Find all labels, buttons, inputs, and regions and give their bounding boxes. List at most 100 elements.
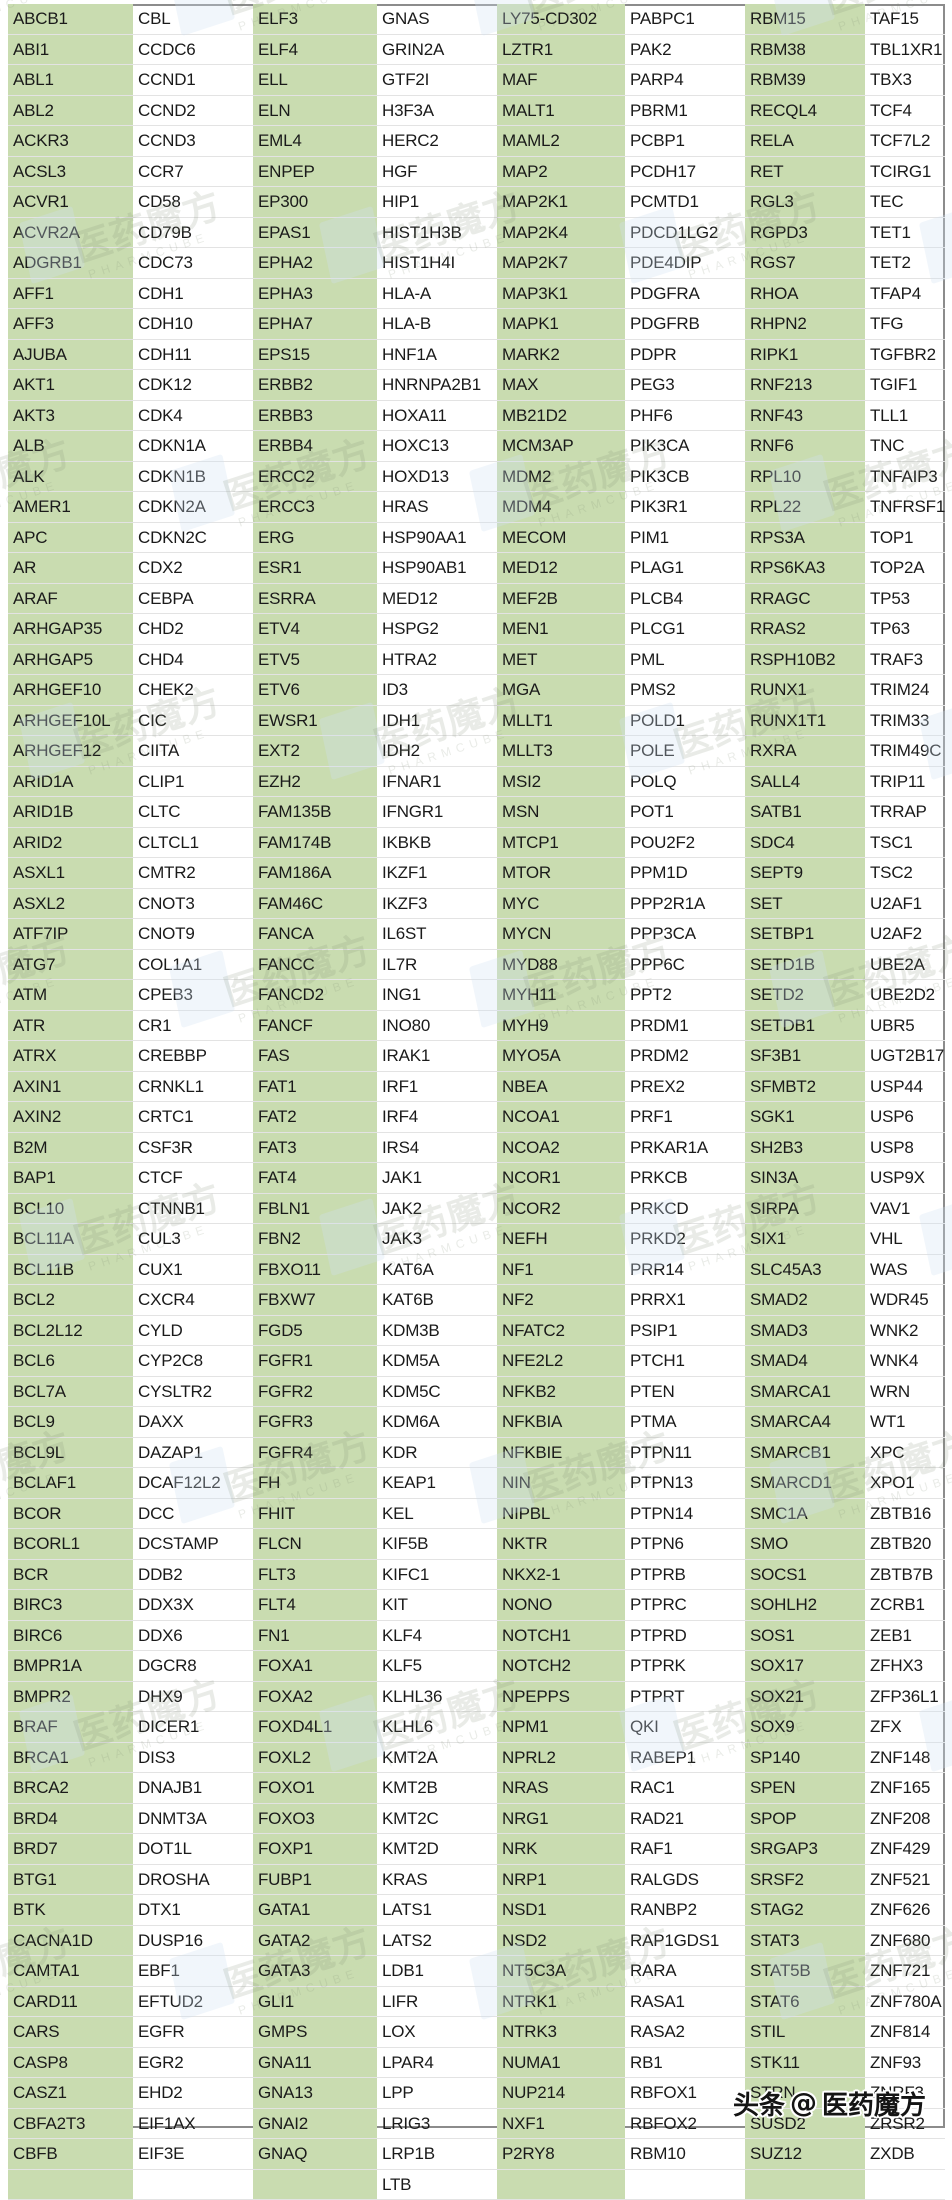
gene-cell[interactable]: ZFP36L1 bbox=[865, 1681, 945, 1712]
gene-cell[interactable]: FANCC bbox=[253, 949, 377, 980]
gene-cell[interactable]: ATR bbox=[8, 1010, 133, 1041]
gene-cell[interactable]: AMER1 bbox=[8, 491, 133, 523]
gene-cell[interactable]: PTPRB bbox=[625, 1559, 745, 1590]
gene-cell[interactable]: BMPR1A bbox=[8, 1650, 133, 1682]
gene-cell[interactable]: SMARCA1 bbox=[745, 1376, 865, 1407]
gene-cell[interactable]: COL1A1 bbox=[133, 949, 253, 980]
gene-cell[interactable]: FOXA1 bbox=[253, 1650, 377, 1682]
gene-cell[interactable]: KMT2B bbox=[377, 1772, 497, 1804]
gene-cell[interactable]: FGD5 bbox=[253, 1315, 377, 1346]
gene-cell[interactable]: RUNX1 bbox=[745, 674, 865, 706]
gene-cell[interactable]: FBN2 bbox=[253, 1223, 377, 1255]
gene-cell[interactable]: FGFR3 bbox=[253, 1406, 377, 1438]
gene-cell[interactable]: CIC bbox=[133, 705, 253, 736]
gene-cell[interactable] bbox=[253, 2169, 377, 2200]
gene-cell[interactable]: HOXA11 bbox=[377, 400, 497, 431]
gene-cell[interactable]: MYD88 bbox=[497, 949, 625, 980]
gene-cell[interactable]: ASXL1 bbox=[8, 857, 133, 889]
gene-cell[interactable]: NTRK1 bbox=[497, 1986, 625, 2017]
gene-cell[interactable]: ALK bbox=[8, 461, 133, 492]
gene-cell[interactable]: ARID1A bbox=[8, 766, 133, 797]
gene-cell[interactable]: ZNF521 bbox=[865, 1864, 945, 1895]
gene-cell[interactable]: FH bbox=[253, 1467, 377, 1499]
gene-cell[interactable]: PCDH17 bbox=[625, 156, 745, 187]
gene-cell[interactable]: NT5C3A bbox=[497, 1955, 625, 1987]
gene-cell[interactable]: NFKBIA bbox=[497, 1406, 625, 1438]
gene-cell[interactable]: RBFOX1 bbox=[625, 2077, 745, 2109]
gene-cell[interactable]: FANCA bbox=[253, 918, 377, 950]
gene-cell[interactable]: KLHL6 bbox=[377, 1711, 497, 1743]
gene-cell[interactable]: NPRL2 bbox=[497, 1742, 625, 1773]
gene-cell[interactable]: KMT2C bbox=[377, 1803, 497, 1834]
gene-cell[interactable]: CASZ1 bbox=[8, 2077, 133, 2109]
gene-cell[interactable]: TNFRSF14 bbox=[865, 491, 945, 523]
gene-cell[interactable]: HLA-B bbox=[377, 308, 497, 340]
gene-cell[interactable]: ELL bbox=[253, 64, 377, 96]
gene-cell[interactable]: KIF5B bbox=[377, 1528, 497, 1560]
gene-cell[interactable]: ARHGEF12 bbox=[8, 735, 133, 767]
gene-cell[interactable]: RGL3 bbox=[745, 186, 865, 218]
gene-cell[interactable]: STAT5B bbox=[745, 1955, 865, 1987]
gene-cell[interactable]: RASA1 bbox=[625, 1986, 745, 2017]
gene-cell[interactable]: AR bbox=[8, 552, 133, 584]
gene-cell[interactable]: ARID2 bbox=[8, 827, 133, 858]
gene-cell[interactable]: IKBKB bbox=[377, 827, 497, 858]
gene-cell[interactable]: CCR7 bbox=[133, 156, 253, 187]
gene-cell[interactable]: NFE2L2 bbox=[497, 1345, 625, 1377]
gene-cell[interactable]: ZNF721 bbox=[865, 1955, 945, 1987]
gene-cell[interactable]: U2AF1 bbox=[865, 888, 945, 919]
gene-cell[interactable]: ATRX bbox=[8, 1040, 133, 1072]
gene-cell[interactable]: FBXW7 bbox=[253, 1284, 377, 1316]
gene-cell[interactable]: DIS3 bbox=[133, 1742, 253, 1773]
gene-cell[interactable]: PTPN14 bbox=[625, 1498, 745, 1529]
gene-cell[interactable]: BTG1 bbox=[8, 1864, 133, 1895]
gene-cell[interactable]: ATF7IP bbox=[8, 918, 133, 950]
gene-cell[interactable]: BCL10 bbox=[8, 1193, 133, 1224]
gene-cell[interactable]: ERBB3 bbox=[253, 400, 377, 431]
gene-cell[interactable]: USP9X bbox=[865, 1162, 945, 1194]
gene-cell[interactable]: ARHGEF10 bbox=[8, 674, 133, 706]
gene-cell[interactable]: SIX1 bbox=[745, 1223, 865, 1255]
gene-cell[interactable]: POLQ bbox=[625, 766, 745, 797]
gene-cell[interactable]: ZNF93 bbox=[865, 2047, 945, 2078]
gene-cell[interactable]: IDH2 bbox=[377, 735, 497, 767]
gene-cell[interactable]: PTEN bbox=[625, 1376, 745, 1407]
gene-cell[interactable]: CDKN1A bbox=[133, 430, 253, 462]
gene-cell[interactable]: KLHL36 bbox=[377, 1681, 497, 1712]
gene-cell[interactable]: FAM135B bbox=[253, 796, 377, 828]
gene-cell[interactable]: NIN bbox=[497, 1467, 625, 1499]
gene-cell[interactable]: PML bbox=[625, 644, 745, 675]
gene-cell[interactable]: IKZF3 bbox=[377, 888, 497, 919]
gene-cell[interactable]: TRIM49C bbox=[865, 735, 945, 767]
gene-cell[interactable]: ACVR2A bbox=[8, 217, 133, 248]
gene-cell[interactable]: CLTC bbox=[133, 796, 253, 828]
gene-cell[interactable]: SIN3A bbox=[745, 1162, 865, 1194]
gene-cell[interactable]: LPP bbox=[377, 2077, 497, 2109]
gene-cell[interactable]: BTK bbox=[8, 1894, 133, 1926]
gene-cell[interactable]: AXIN1 bbox=[8, 1071, 133, 1102]
gene-cell[interactable]: GMPS bbox=[253, 2016, 377, 2048]
gene-cell[interactable]: PTPRK bbox=[625, 1650, 745, 1682]
gene-cell[interactable]: PTPRC bbox=[625, 1589, 745, 1621]
gene-cell[interactable]: ID3 bbox=[377, 674, 497, 706]
gene-cell[interactable]: CTCF bbox=[133, 1162, 253, 1194]
gene-cell[interactable]: FOXO1 bbox=[253, 1772, 377, 1804]
gene-cell[interactable]: RALGDS bbox=[625, 1864, 745, 1895]
gene-cell[interactable]: AFF1 bbox=[8, 278, 133, 309]
gene-cell[interactable]: HERC2 bbox=[377, 125, 497, 157]
gene-cell[interactable]: PTPN6 bbox=[625, 1528, 745, 1560]
gene-cell[interactable]: QKI bbox=[625, 1711, 745, 1743]
gene-cell[interactable]: UGT2B17 bbox=[865, 1040, 945, 1072]
gene-cell[interactable]: SOX9 bbox=[745, 1711, 865, 1743]
gene-cell[interactable]: CCND3 bbox=[133, 125, 253, 157]
gene-cell[interactable]: KAT6B bbox=[377, 1284, 497, 1316]
gene-cell[interactable]: NRK bbox=[497, 1833, 625, 1865]
gene-cell[interactable]: EIF3E bbox=[133, 2138, 253, 2170]
gene-cell[interactable]: SETBP1 bbox=[745, 918, 865, 950]
gene-cell[interactable]: CYLD bbox=[133, 1315, 253, 1346]
gene-cell[interactable]: PRKCB bbox=[625, 1162, 745, 1194]
gene-cell[interactable]: BRD7 bbox=[8, 1833, 133, 1865]
gene-cell[interactable]: CAMTA1 bbox=[8, 1955, 133, 1987]
gene-cell[interactable]: RUNX1T1 bbox=[745, 705, 865, 736]
gene-cell[interactable]: MDM4 bbox=[497, 491, 625, 523]
